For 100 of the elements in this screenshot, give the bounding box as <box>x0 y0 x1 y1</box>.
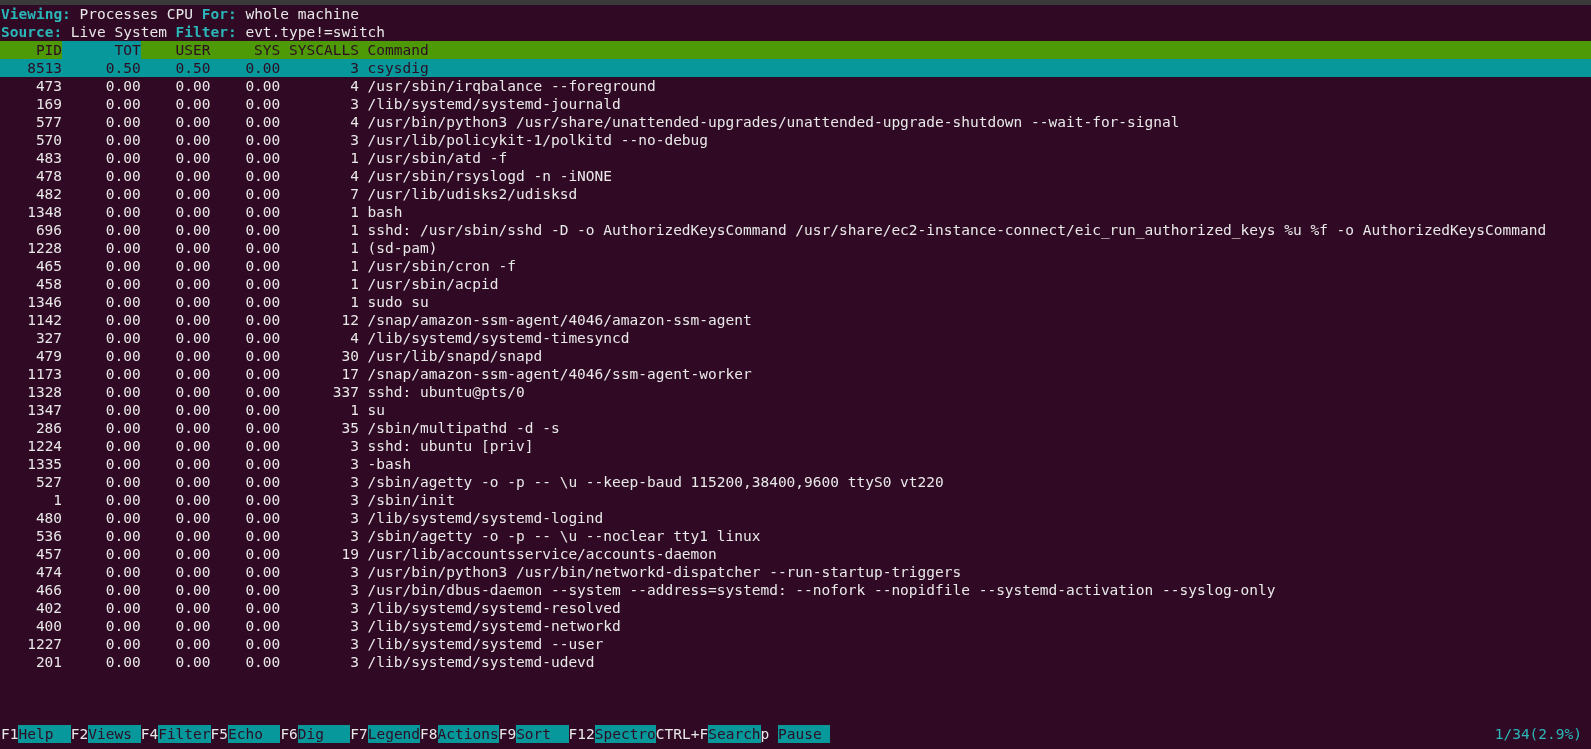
process-row[interactable]: 1228 0.00 0.00 0.00 1 (sd-pam) <box>0 239 1591 257</box>
table-cell-text: 1 <box>52 491 63 509</box>
table-cell-text: 0.00 <box>174 563 211 581</box>
key-label: F8 <box>420 725 438 743</box>
table-cell-text: 0.00 <box>104 311 141 329</box>
table-cell-text: 1 <box>349 239 359 257</box>
process-row[interactable]: 400 0.00 0.00 0.00 3 /lib/systemd/systemd-networkd <box>0 617 1591 635</box>
table-cell-text: 465 <box>34 257 63 275</box>
process-row[interactable]: 457 0.00 0.00 0.00 19 /usr/lib/accountsservice/accounts-daemon <box>0 545 1591 563</box>
process-row[interactable]: 402 0.00 0.00 0.00 3 /lib/systemd/systemd-resolved <box>0 599 1591 617</box>
table-cell-text: 696 <box>34 221 63 239</box>
table-cell-text: 3 <box>349 635 359 653</box>
process-row[interactable]: 536 0.00 0.00 0.00 3 /sbin/agetty -o -p -- \u --noclear tty1 linux <box>0 527 1591 545</box>
key-label: CTRL+F <box>655 725 709 743</box>
process-row[interactable]: 474 0.00 0.00 0.00 3 /usr/bin/python3 /usr/bin/networkd-dispatcher --run-startup-triggers <box>0 563 1591 581</box>
function-key-button[interactable]: Sort <box>516 725 569 743</box>
column-header[interactable]: SYSCALLS <box>280 41 359 59</box>
table-cell-text: 0.00 <box>104 455 141 473</box>
process-row[interactable]: 1173 0.00 0.00 0.00 17 /snap/amazon-ssm-agent/4046/ssm-agent-worker <box>0 365 1591 383</box>
table-cell-text: 0.00 <box>104 275 141 293</box>
table-cell-text: 19 <box>340 545 359 563</box>
column-header[interactable]: TOT <box>62 41 141 59</box>
column-header[interactable]: SYS <box>210 41 281 59</box>
table-cell-text: 0.00 <box>244 365 281 383</box>
process-row[interactable]: 478 0.00 0.00 0.00 4 /usr/sbin/rsyslogd -n -iNONE <box>0 167 1591 185</box>
process-row[interactable]: 482 0.00 0.00 0.00 7 /usr/lib/udisks2/udisksd <box>0 185 1591 203</box>
function-key-button[interactable]: Filter <box>158 725 211 743</box>
table-cell: /snap/amazon-ssm-agent/4046/amazon-ssm-agent <box>367 311 752 329</box>
table-cell-text: 1 <box>349 293 359 311</box>
process-row[interactable]: 570 0.00 0.00 0.00 3 /usr/lib/policykit-1/polkitd --no-debug <box>0 131 1591 149</box>
table-cell-text: 0.00 <box>174 275 211 293</box>
key-label: F4 <box>140 725 159 743</box>
table-cell: sudo su <box>367 293 429 311</box>
function-key-button[interactable]: Echo <box>228 725 281 743</box>
table-cell-text: 0.00 <box>174 581 211 599</box>
process-row[interactable]: 327 0.00 0.00 0.00 4 /lib/systemd/systemd-timesyncd <box>0 329 1591 347</box>
process-row[interactable]: 480 0.00 0.00 0.00 3 /lib/systemd/systemd-logind <box>0 509 1591 527</box>
function-key-button[interactable]: Dig <box>297 725 351 743</box>
function-key-button[interactable]: Legend <box>367 725 421 743</box>
process-row[interactable]: 483 0.00 0.00 0.00 1 /usr/sbin/atd -f <box>0 149 1591 167</box>
table-cell-text: 0.00 <box>104 635 141 653</box>
table-cell-text: 0.00 <box>174 167 211 185</box>
table-cell: /sbin/multipathd -d -s <box>367 419 560 437</box>
table-cell-text: 0.00 <box>244 617 281 635</box>
process-row[interactable]: 286 0.00 0.00 0.00 35 /sbin/multipathd -d -s <box>0 419 1591 437</box>
table-cell-text: 483 <box>34 149 63 167</box>
table-cell: sshd: ubuntu@pts/0 <box>367 383 525 401</box>
process-row[interactable]: 201 0.00 0.00 0.00 3 /lib/systemd/systemd-udevd <box>0 653 1591 671</box>
table-cell-text: 0.00 <box>244 653 281 671</box>
function-key-button[interactable]: Search <box>708 725 761 743</box>
function-key-button[interactable]: Pause <box>778 725 831 743</box>
function-key-button[interactable]: Actions <box>437 725 499 743</box>
function-key-button[interactable]: Views <box>88 725 141 743</box>
table-cell-text: 1348 <box>26 203 63 221</box>
table-cell-text: 473 <box>34 77 63 95</box>
process-row[interactable]: 1347 0.00 0.00 0.00 1 su <box>0 401 1591 419</box>
process-row[interactable]: 527 0.00 0.00 0.00 3 /sbin/agetty -o -p -- \u --keep-baud 115200,38400,9600 ttyS0 vt220 <box>0 473 1591 491</box>
process-row[interactable]: 169 0.00 0.00 0.00 3 /lib/systemd/systemd-journald <box>0 95 1591 113</box>
process-row[interactable]: 696 0.00 0.00 0.00 1 sshd: /usr/sbin/sshd -D -o AuthorizedKeysCommand /usr/share/ec2-instance-connect/eic_run_authorized_keys %u %f -o AuthorizedKeysCommand <box>0 221 1591 239</box>
process-row[interactable]: 8513 0.50 0.50 0.00 3 csysdig <box>0 59 1591 77</box>
table-cell: /usr/sbin/irqbalance --foreground <box>367 77 656 95</box>
process-row[interactable]: 458 0.00 0.00 0.00 1 /usr/sbin/acpid <box>0 275 1591 293</box>
table-cell-text: 4 <box>349 113 359 131</box>
table-cell-text: 536 <box>34 527 63 545</box>
table-cell-text: 0.00 <box>174 95 211 113</box>
column-header[interactable]: PID <box>1 41 63 59</box>
table-cell-text: 0.00 <box>244 77 281 95</box>
process-row[interactable]: 473 0.00 0.00 0.00 4 /usr/sbin/irqbalance --foreground <box>0 77 1591 95</box>
table-cell-text: 0.00 <box>174 221 211 239</box>
table-cell-text: 0.00 <box>104 365 141 383</box>
table-cell-text: 0.00 <box>104 185 141 203</box>
process-row[interactable]: 1142 0.00 0.00 0.00 12 /snap/amazon-ssm-agent/4046/amazon-ssm-agent <box>0 311 1591 329</box>
process-row[interactable]: 479 0.00 0.00 0.00 30 /usr/lib/snapd/snapd <box>0 347 1591 365</box>
table-cell-text: 0.00 <box>104 329 141 347</box>
process-row[interactable]: 1346 0.00 0.00 0.00 1 sudo su <box>0 293 1591 311</box>
table-cell-text: 0.00 <box>244 419 281 437</box>
process-row[interactable]: 1335 0.00 0.00 0.00 3 -bash <box>0 455 1591 473</box>
process-row[interactable]: 466 0.00 0.00 0.00 3 /usr/bin/dbus-daemon --system --address=systemd: --nofork --nopidfile --systemd-activation --syslog-only <box>0 581 1591 599</box>
process-row[interactable]: 1227 0.00 0.00 0.00 3 /lib/systemd/systemd --user <box>0 635 1591 653</box>
function-key-button[interactable]: Help <box>18 725 71 743</box>
table-cell-text: 0.00 <box>174 455 211 473</box>
info-label: Source: <box>1 23 63 41</box>
table-cell-text: 1 <box>349 203 359 221</box>
column-header[interactable]: Command <box>367 41 429 59</box>
process-row[interactable]: 577 0.00 0.00 0.00 4 /usr/bin/python3 /usr/share/unattended-upgrades/unattended-upgrade-shutdown --wait-for-signal <box>0 113 1591 131</box>
process-row[interactable]: 465 0.00 0.00 0.00 1 /usr/sbin/cron -f <box>0 257 1591 275</box>
function-key-button[interactable]: Spectro <box>594 725 656 743</box>
column-header[interactable]: USER <box>140 41 211 59</box>
process-row[interactable]: 1 0.00 0.00 0.00 3 /sbin/init <box>0 491 1591 509</box>
process-row[interactable]: 1328 0.00 0.00 0.00 337 sshd: ubuntu@pts/0 <box>0 383 1591 401</box>
table-cell-text: 0.00 <box>104 203 141 221</box>
process-row[interactable]: 1224 0.00 0.00 0.00 3 sshd: ubuntu [priv] <box>0 437 1591 455</box>
table-cell-text: 201 <box>34 653 63 671</box>
table-cell-text: 1 <box>349 401 359 419</box>
table-cell-text: 0.00 <box>104 473 141 491</box>
table-cell-text: 3 <box>349 509 359 527</box>
table-cell-text: 0.00 <box>104 617 141 635</box>
table-cell-text: 0.00 <box>174 257 211 275</box>
table-cell-text: 3 <box>349 653 359 671</box>
process-row[interactable]: 1348 0.00 0.00 0.00 1 bash <box>0 203 1591 221</box>
